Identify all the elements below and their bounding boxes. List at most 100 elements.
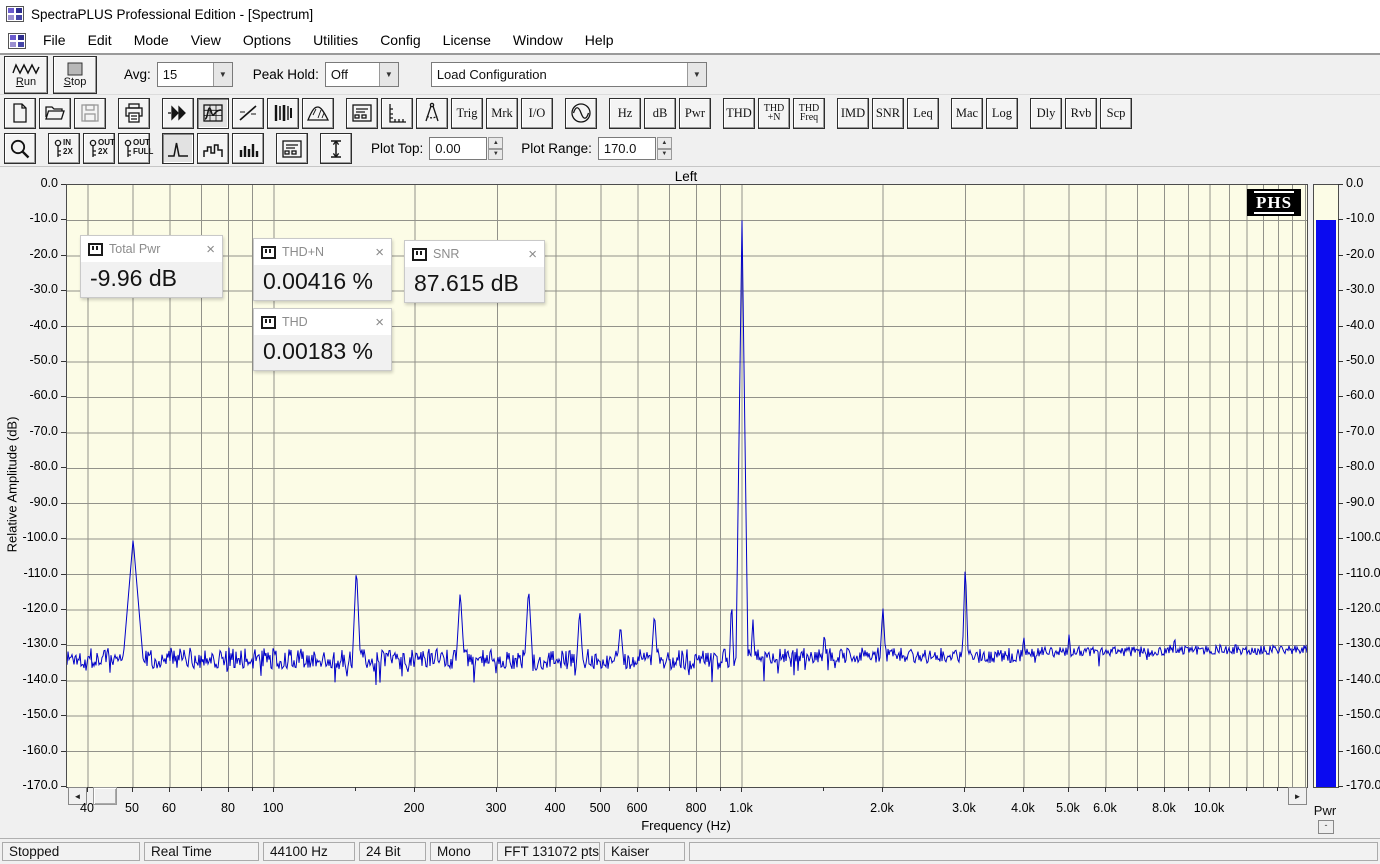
menu-view[interactable]: View — [180, 29, 232, 51]
delay-button[interactable]: Dly — [1030, 97, 1062, 129]
control-panels-button[interactable] — [346, 97, 378, 129]
time-series-button[interactable] — [162, 97, 194, 129]
close-icon[interactable]: × — [206, 242, 215, 257]
x-tick-mark — [555, 787, 556, 792]
menu-window[interactable]: Window — [502, 29, 574, 51]
trigger-button[interactable]: Trig — [451, 97, 483, 129]
marker-button[interactable]: Mrk — [486, 97, 518, 129]
measurement-box-snr[interactable]: SNR × 87.615 dB — [404, 240, 545, 303]
menu-utilities[interactable]: Utilities — [302, 29, 369, 51]
peak-hold-select[interactable]: Off ▼ — [324, 62, 399, 87]
menu-license[interactable]: License — [432, 29, 502, 51]
plot-top-input[interactable]: 0.00 — [429, 137, 488, 160]
avg-select[interactable]: 15 ▼ — [156, 62, 233, 87]
peak-hold-dropdown-arrow-icon[interactable]: ▼ — [378, 63, 398, 86]
y-tick-mark-left — [61, 503, 66, 504]
octave-view-button[interactable] — [197, 133, 229, 164]
print-icon — [122, 101, 146, 125]
x-tick-label: 400 — [544, 801, 566, 815]
plot-range-spin-down-icon[interactable]: ▼ — [656, 148, 672, 160]
measurement-box-thd[interactable]: THD × 0.00183 % — [253, 308, 392, 371]
x-tick-mark-minor — [1137, 787, 1138, 791]
plot-range-value: 170.0 — [603, 141, 637, 156]
measurement-title-bar[interactable]: THD+N × — [254, 239, 391, 265]
scale-ruler-button[interactable] — [381, 97, 413, 129]
menu-help[interactable]: Help — [574, 29, 625, 51]
y-tick-mark-left — [61, 644, 66, 645]
scrollbar-thumb[interactable] — [93, 787, 117, 805]
thd-button[interactable]: THD — [723, 97, 755, 129]
y-tick-label-right: -90.0 — [1346, 495, 1375, 509]
bar-graph-view-button[interactable] — [232, 133, 264, 164]
measurement-title-bar[interactable]: THD × — [254, 309, 391, 335]
thd-freq-button[interactable]: THD Freq — [793, 97, 825, 129]
load-configuration-select[interactable]: Load Configuration ▼ — [430, 62, 707, 87]
measurement-box-thd-n[interactable]: THD+N × 0.00416 % — [253, 238, 392, 301]
zoom-in-2x-button-label: IN 2X — [63, 137, 73, 156]
plot-range-input[interactable]: 170.0 — [597, 137, 656, 160]
imd-button[interactable]: IMD — [837, 97, 869, 129]
stop-button[interactable]: Stop — [53, 55, 97, 94]
spectrum-button[interactable] — [197, 97, 229, 129]
run-button[interactable]: Run — [4, 55, 48, 94]
measurement-title-bar[interactable]: SNR × — [405, 241, 544, 267]
amplitude-scale-button[interactable] — [320, 133, 352, 164]
pwr-button[interactable]: Pwr — [679, 97, 711, 129]
leq-button[interactable]: Leq — [907, 97, 939, 129]
menu-mode[interactable]: Mode — [123, 29, 180, 51]
plot-top-spin-up-icon[interactable]: ▲ — [488, 137, 504, 149]
thd-n-button[interactable]: THD +N — [758, 97, 790, 129]
reverb-button[interactable]: Rvb — [1065, 97, 1097, 129]
menu-options[interactable]: Options — [232, 29, 302, 51]
x-tick-label: 500 — [589, 801, 611, 815]
snr-button[interactable]: SNR — [872, 97, 904, 129]
y-tick-mark-left — [61, 680, 66, 681]
macro-button[interactable]: Mac — [951, 97, 983, 129]
save-button[interactable] — [74, 97, 106, 129]
measurement-box-total-pwr[interactable]: Total Pwr × -9.96 dB — [80, 235, 223, 298]
hz-button[interactable]: Hz — [609, 97, 641, 129]
scroll-right-arrow-icon[interactable]: ► — [1288, 787, 1307, 805]
load-configuration-dropdown-arrow-icon[interactable]: ▼ — [686, 63, 706, 86]
zoom-button[interactable] — [4, 133, 36, 164]
x-tick-mark — [169, 787, 170, 792]
surface-button[interactable] — [302, 97, 334, 129]
menu-config[interactable]: Config — [369, 29, 431, 51]
y-tick-mark-right — [1338, 574, 1343, 575]
new-file-button[interactable] — [4, 97, 36, 129]
y-tick-mark-right — [1338, 644, 1343, 645]
spectrogram-icon — [271, 101, 295, 125]
plot-range-spinner[interactable]: ▲ ▼ — [656, 137, 672, 160]
zoom-in-2x-button[interactable]: IN 2X — [48, 133, 80, 164]
plot-top-spin-down-icon[interactable]: ▼ — [488, 148, 504, 160]
plot-top-spinner[interactable]: ▲ ▼ — [488, 137, 504, 160]
zoom-out-full-button[interactable]: OUT FULL — [118, 133, 153, 164]
close-icon[interactable]: × — [375, 315, 384, 330]
io-button[interactable]: I/O — [521, 97, 553, 129]
scope-button[interactable]: Scp — [1100, 97, 1132, 129]
phase-icon — [236, 101, 260, 125]
log-button[interactable]: Log — [986, 97, 1018, 129]
measurement-title-bar[interactable]: Total Pwr × — [81, 236, 222, 262]
calipers-button[interactable] — [416, 97, 448, 129]
menu-edit[interactable]: Edit — [77, 29, 123, 51]
avg-dropdown-arrow-icon[interactable]: ▼ — [212, 63, 232, 86]
power-bar-minimize-button[interactable]: - — [1318, 820, 1334, 834]
db-button[interactable]: dB — [644, 97, 676, 129]
zoom-out-2x-button[interactable]: OUT 2X — [83, 133, 115, 164]
spectrogram-button[interactable] — [267, 97, 299, 129]
phase-button[interactable] — [232, 97, 264, 129]
plot-range-spin-up-icon[interactable]: ▲ — [656, 137, 672, 149]
signal-generator-button[interactable] — [565, 97, 597, 129]
open-file-button[interactable] — [39, 97, 71, 129]
x-tick-mark — [1023, 787, 1024, 792]
close-icon[interactable]: × — [375, 245, 384, 260]
x-tick-mark-minor — [252, 787, 253, 791]
y-tick-label-left: -130.0 — [22, 636, 58, 650]
print-button[interactable] — [118, 97, 150, 129]
close-icon[interactable]: × — [528, 247, 537, 262]
y-tick-label-right: -50.0 — [1346, 353, 1375, 367]
narrowband-view-button[interactable] — [162, 133, 194, 164]
menu-file[interactable]: File — [32, 29, 77, 51]
display-options-button[interactable] — [276, 133, 308, 164]
